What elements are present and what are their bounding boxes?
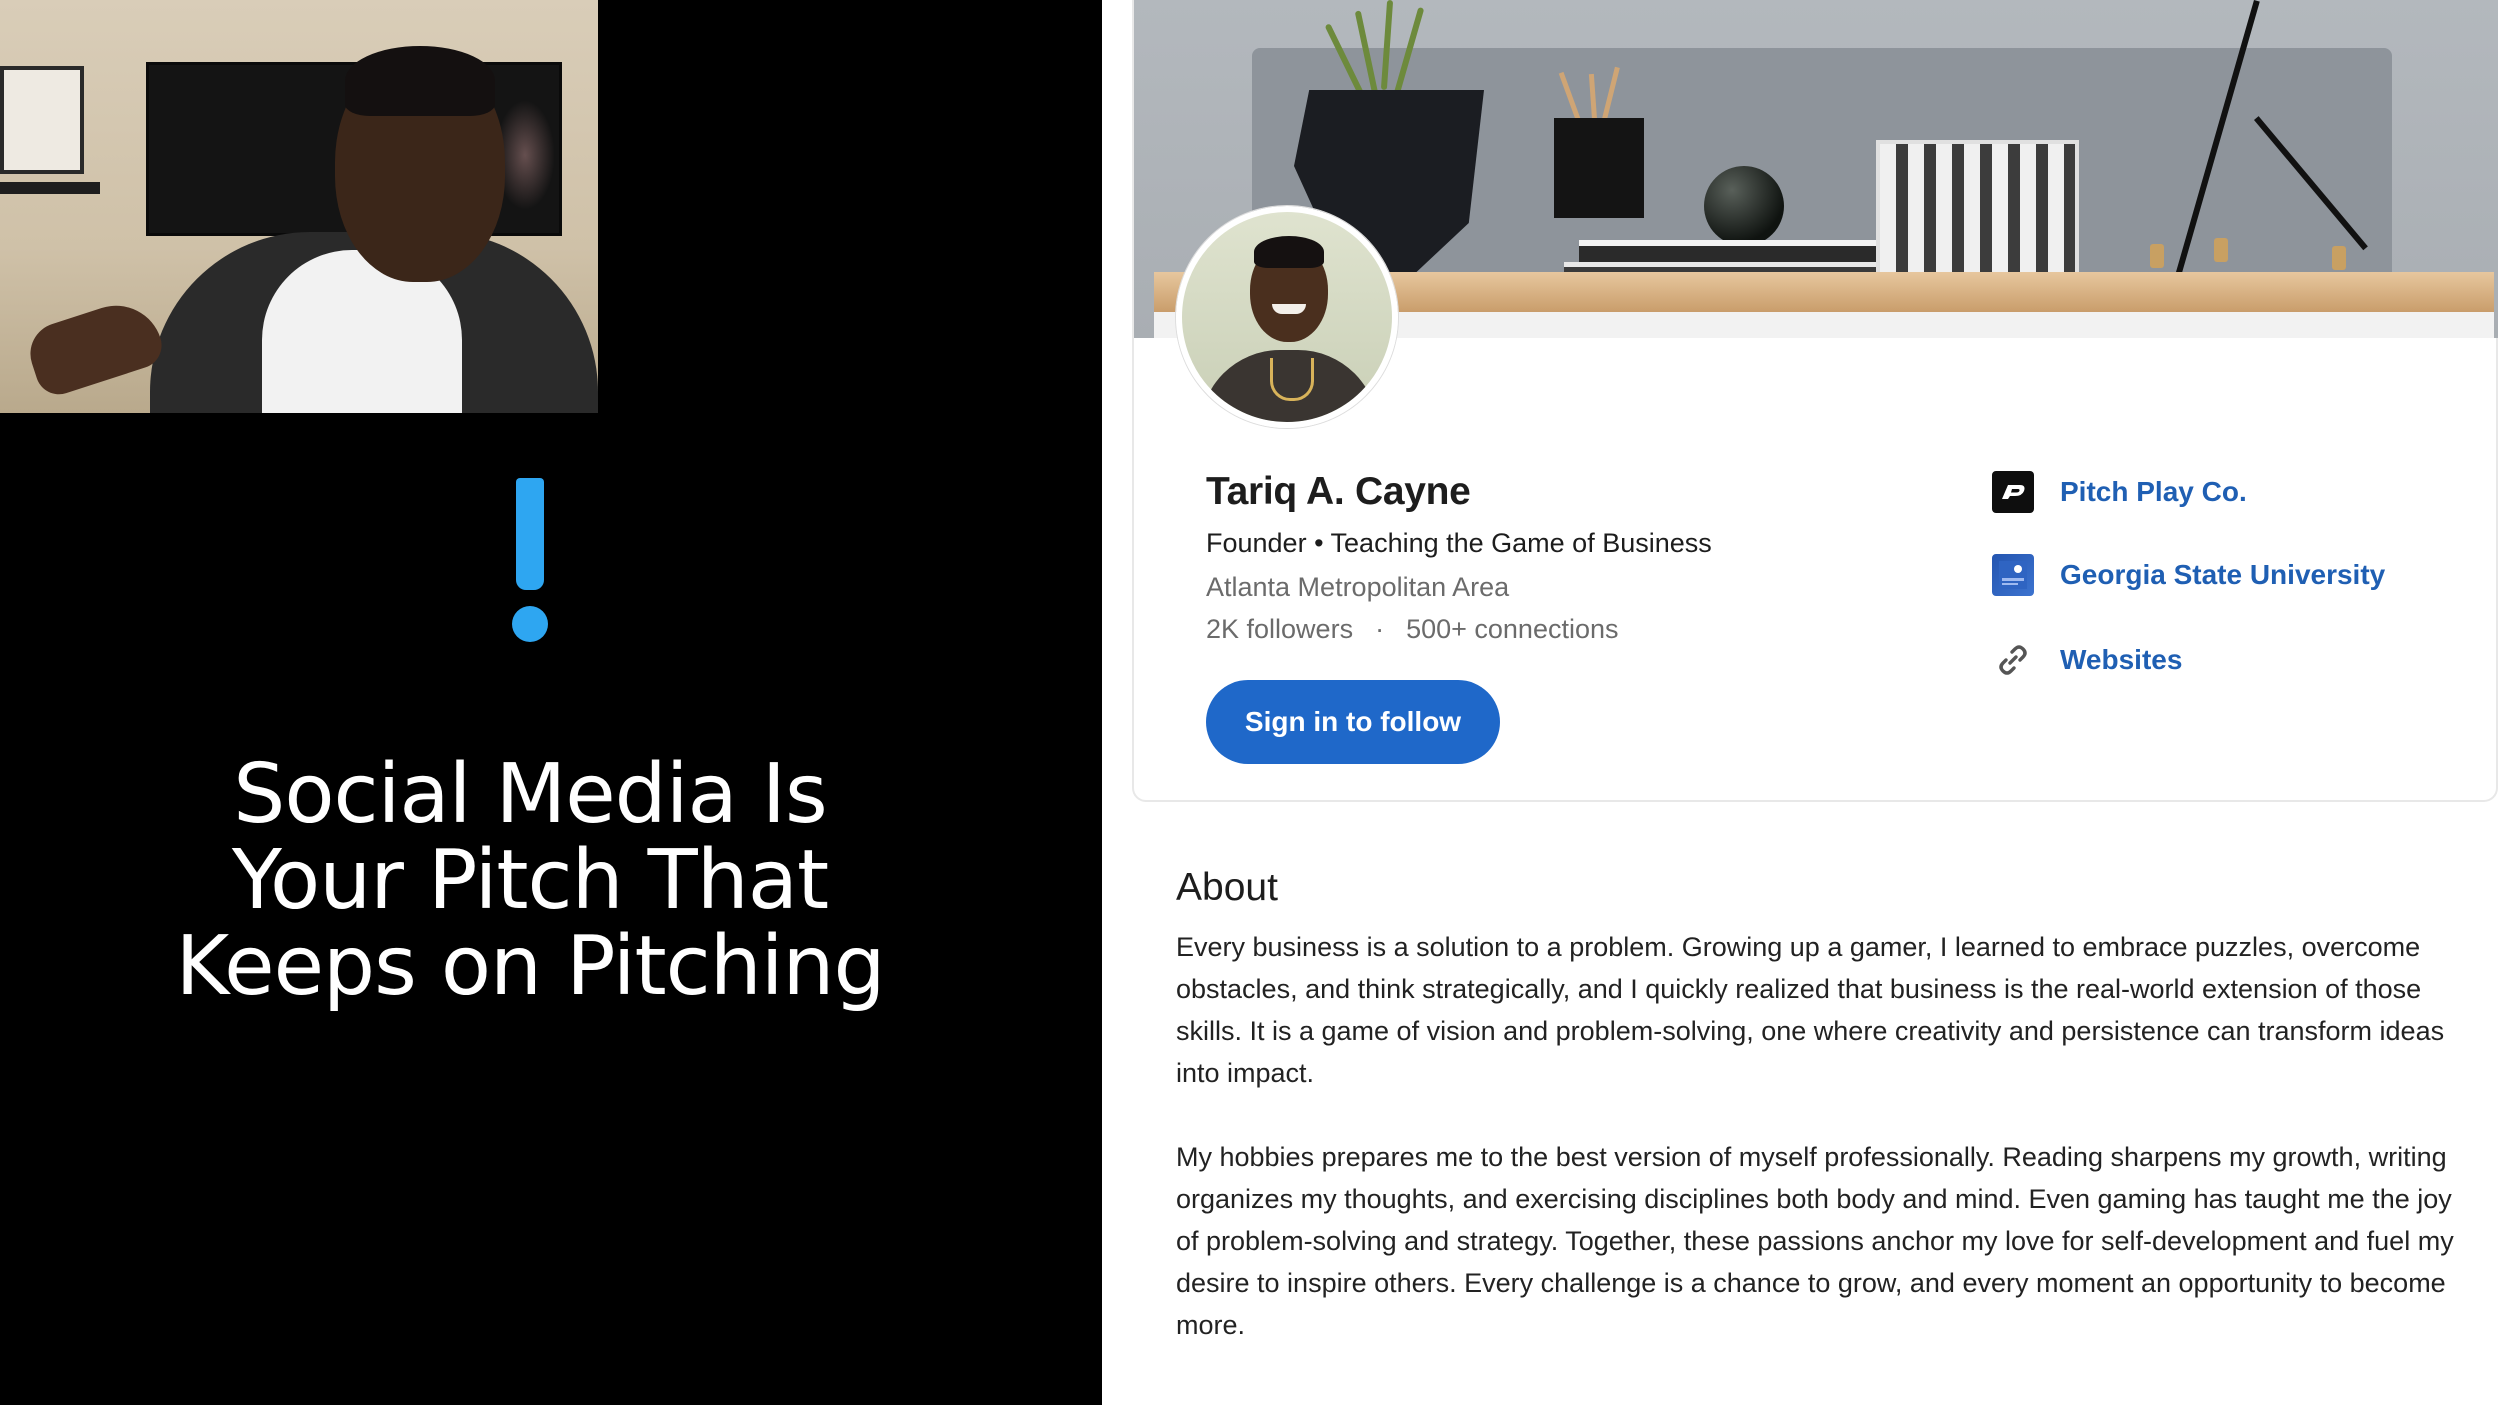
- banner-decor-box: [1876, 140, 2079, 288]
- websites-link[interactable]: Websites: [1992, 638, 2182, 682]
- presenter-hair: [345, 46, 495, 116]
- slide-title: Social Media Is Your Pitch That Keeps on…: [80, 752, 980, 1010]
- presenter-hand: [22, 293, 168, 401]
- profile-location: Atlanta Metropolitan Area: [1206, 572, 1510, 602]
- current-company-link[interactable]: Pitch Play Co.: [1992, 470, 2247, 514]
- connections-count: 500+ connections: [1406, 614, 1619, 644]
- about-heading: About: [1176, 866, 1278, 909]
- link-icon: [1992, 639, 2034, 681]
- avatar-hair: [1254, 236, 1324, 268]
- avatar-smile: [1272, 304, 1306, 314]
- presentation-slide: Social Media Is Your Pitch That Keeps on…: [0, 0, 1102, 1405]
- slide-title-line: Your Pitch That: [231, 833, 829, 928]
- exclamation-dot: [512, 606, 548, 642]
- websites-label: Websites: [2060, 644, 2183, 675]
- current-company-label: Pitch Play Co.: [2060, 476, 2247, 507]
- profile-card: Tariq A. Cayne Founder • Teaching the Ga…: [1132, 0, 2498, 802]
- wall-shelf: [0, 182, 100, 194]
- about-paragraph: Every business is a solution to a proble…: [1176, 932, 2445, 1088]
- linkedin-profile-page: Tariq A. Cayne Founder • Teaching the Ga…: [1102, 0, 2500, 1405]
- company-logo-icon: [1992, 471, 2034, 513]
- slide-title-line: Keeps on Pitching: [175, 919, 885, 1014]
- banner-pencil-cup: [1554, 118, 1644, 218]
- stats-separator: ·: [1375, 614, 1385, 644]
- slide-title-line: Social Media Is: [233, 747, 827, 842]
- banner-sphere: [1704, 166, 1784, 246]
- about-section: Every business is a solution to a proble…: [1176, 926, 2466, 1388]
- education-label: Georgia State University: [2060, 559, 2386, 590]
- university-logo-icon: [1992, 554, 2034, 596]
- profile-name: Tariq A. Cayne: [1206, 470, 1471, 513]
- profile-avatar[interactable]: [1176, 206, 1398, 428]
- banner-lamp-foot: [2332, 246, 2346, 270]
- education-link[interactable]: Georgia State University: [1992, 553, 2385, 597]
- about-paragraph: My hobbies prepares me to the best versi…: [1176, 1142, 2454, 1340]
- followers-count: 2K followers: [1206, 614, 1354, 644]
- exclamation-icon: [512, 478, 548, 642]
- profile-headline: Founder • Teaching the Game of Business: [1206, 528, 1712, 558]
- wall-picture-frame: [0, 66, 84, 174]
- banner-lamp-foot: [2214, 238, 2228, 262]
- banner-lamp-foot: [2150, 244, 2164, 268]
- exclamation-bar: [516, 478, 544, 590]
- profile-stats: 2K followers · 500+ connections: [1206, 614, 1619, 645]
- sign-in-to-follow-button[interactable]: Sign in to follow: [1206, 680, 1500, 764]
- screen: Social Media Is Your Pitch That Keeps on…: [0, 0, 2500, 1405]
- avatar-necklace: [1270, 358, 1314, 401]
- webcam-video: [0, 0, 598, 413]
